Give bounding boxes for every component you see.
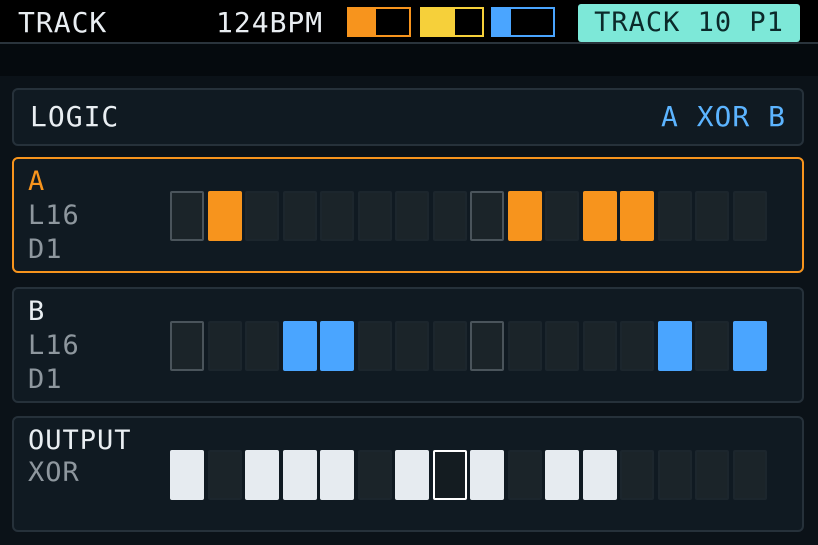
output-step-6 xyxy=(358,450,392,500)
track-b-step-11[interactable] xyxy=(545,321,579,371)
logic-label: LOGIC xyxy=(30,100,120,133)
header-spacer xyxy=(0,44,818,76)
yellow-track-indicator[interactable] xyxy=(420,7,484,37)
output-step-8 xyxy=(433,450,467,500)
logic-panel[interactable]: LOGIC A XOR B xyxy=(12,88,804,146)
track-a-step-11[interactable] xyxy=(545,191,579,241)
output-step-9 xyxy=(470,450,504,500)
output-step-11 xyxy=(545,450,579,500)
orange-level-fill xyxy=(349,9,376,35)
track-b-name: B xyxy=(28,296,46,327)
track-a-step-15[interactable] xyxy=(695,191,729,241)
track-b-step-13[interactable] xyxy=(620,321,654,371)
output-step-grid xyxy=(170,450,770,500)
output-step-16 xyxy=(733,450,767,500)
output-step-2 xyxy=(208,450,242,500)
track-b-step-grid xyxy=(170,321,770,371)
track-a-step-14[interactable] xyxy=(658,191,692,241)
track-b-panel[interactable]: B L16 D1 xyxy=(12,287,804,403)
output-step-5 xyxy=(320,450,354,500)
tempo-readout[interactable]: 124BPM xyxy=(216,6,323,39)
track-b-step-6[interactable] xyxy=(358,321,392,371)
track-b-step-4[interactable] xyxy=(283,321,317,371)
track-a-panel[interactable]: A L16 D1 xyxy=(12,157,804,273)
track-b-step-5[interactable] xyxy=(320,321,354,371)
orange-track-indicator[interactable] xyxy=(347,7,411,37)
track-b-step-12[interactable] xyxy=(583,321,617,371)
track-a-step-9[interactable] xyxy=(470,191,504,241)
output-step-7 xyxy=(395,450,429,500)
track-a-step-12[interactable] xyxy=(583,191,617,241)
track-b-step-2[interactable] xyxy=(208,321,242,371)
track-a-step-2[interactable] xyxy=(208,191,242,241)
track-b-step-9[interactable] xyxy=(470,321,504,371)
top-bar: TRACK 124BPM TRACK 10 P1 xyxy=(0,0,818,44)
track-a-length[interactable]: L16 xyxy=(28,199,80,233)
track-b-step-8[interactable] xyxy=(433,321,467,371)
track-a-name: A xyxy=(28,166,46,197)
yellow-level-fill xyxy=(422,9,455,35)
track-a-step-1[interactable] xyxy=(170,191,204,241)
page-title: TRACK xyxy=(18,6,108,39)
track-b-step-14[interactable] xyxy=(658,321,692,371)
logic-mode-value[interactable]: A XOR B xyxy=(661,100,786,133)
output-step-15 xyxy=(695,450,729,500)
track-a-step-4[interactable] xyxy=(283,191,317,241)
track-a-step-7[interactable] xyxy=(395,191,429,241)
track-a-step-13[interactable] xyxy=(620,191,654,241)
track-b-division[interactable]: D1 xyxy=(28,363,63,397)
output-step-4 xyxy=(283,450,317,500)
output-step-14 xyxy=(658,450,692,500)
output-step-12 xyxy=(583,450,617,500)
track-a-step-8[interactable] xyxy=(433,191,467,241)
output-mode: XOR xyxy=(28,457,80,488)
track-a-step-10[interactable] xyxy=(508,191,542,241)
output-step-3 xyxy=(245,450,279,500)
output-panel: OUTPUT XOR xyxy=(12,416,804,532)
track-b-step-7[interactable] xyxy=(395,321,429,371)
track-a-step-5[interactable] xyxy=(320,191,354,241)
blue-track-indicator[interactable] xyxy=(491,7,555,37)
track-a-division[interactable]: D1 xyxy=(28,233,63,267)
output-step-10 xyxy=(508,450,542,500)
track-b-step-10[interactable] xyxy=(508,321,542,371)
output-step-1 xyxy=(170,450,204,500)
track-a-step-6[interactable] xyxy=(358,191,392,241)
track-a-step-grid xyxy=(170,191,770,241)
track-b-length[interactable]: L16 xyxy=(28,329,80,363)
output-step-13 xyxy=(620,450,654,500)
blue-level-fill xyxy=(493,9,511,35)
track-a-step-16[interactable] xyxy=(733,191,767,241)
track-b-step-16[interactable] xyxy=(733,321,767,371)
track-badge[interactable]: TRACK 10 P1 xyxy=(578,4,800,42)
track-b-step-3[interactable] xyxy=(245,321,279,371)
track-b-step-15[interactable] xyxy=(695,321,729,371)
track-b-step-1[interactable] xyxy=(170,321,204,371)
track-a-step-3[interactable] xyxy=(245,191,279,241)
output-name: OUTPUT xyxy=(28,425,132,456)
